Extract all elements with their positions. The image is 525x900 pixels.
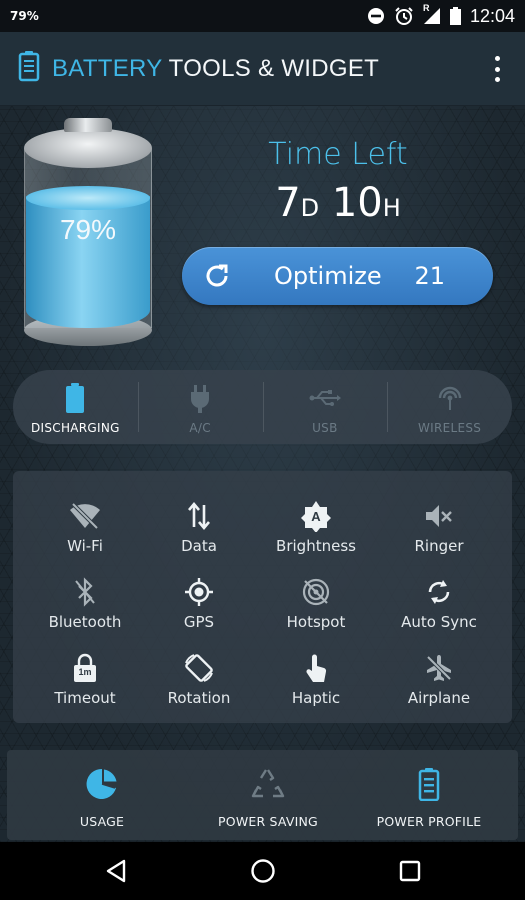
home-icon[interactable] [246, 856, 280, 886]
nav-power-profile[interactable]: POWER PROFILE [354, 766, 504, 829]
toggle-auto-sync[interactable]: Auto Sync [379, 575, 499, 645]
back-icon[interactable] [99, 856, 133, 886]
nav-label: POWER SAVING [218, 814, 318, 829]
source-label: A/C [189, 421, 211, 435]
system-nav-bar [0, 842, 525, 900]
haptic-touch-icon [303, 651, 329, 685]
toggle-label: Timeout [54, 689, 116, 707]
power-source-bar: DISCHARGING A/C USB WIRELESS [13, 370, 512, 444]
lock-timeout-icon: 1m [72, 651, 98, 685]
quick-toggles-panel: Wi-Fi Data A Brightness Ringer Bluetooth… [13, 471, 512, 723]
nav-usage[interactable]: USAGE [27, 766, 177, 829]
source-label: WIRELESS [418, 421, 482, 435]
bluetooth-off-icon [73, 575, 97, 609]
toggle-label: Ringer [414, 537, 464, 555]
time-left-days: 7 [275, 180, 301, 226]
data-arrows-icon [187, 499, 211, 533]
status-bar: 79% R 12:04 [0, 0, 525, 32]
refresh-icon [202, 261, 232, 291]
nav-power-saving[interactable]: POWER SAVING [193, 766, 343, 829]
toggle-rotation[interactable]: Rotation [139, 651, 259, 721]
optimize-button[interactable]: Optimize 21 [182, 247, 493, 305]
toggle-haptic[interactable]: Haptic [256, 651, 376, 721]
clock: 12:04 [469, 5, 515, 26]
toggle-label: GPS [183, 613, 215, 631]
wireless-icon [436, 383, 464, 413]
recents-icon[interactable] [393, 856, 427, 886]
nav-label: USAGE [79, 814, 125, 829]
toggle-label: Hotspot [286, 613, 346, 631]
svg-text:A: A [311, 509, 321, 524]
gps-icon [184, 575, 214, 609]
app-title-accent: BATTERY [52, 54, 163, 82]
app-title: BATTERY TOOLS & WIDGET [52, 55, 379, 83]
optimize-count: 21 [414, 262, 445, 290]
battery-graphic: 79% [22, 118, 154, 346]
pie-chart-icon [85, 766, 119, 802]
wifi-off-icon [69, 499, 101, 533]
status-icons: R 12:04 [367, 3, 515, 27]
toggle-data[interactable]: Data [139, 499, 259, 569]
toggle-airplane[interactable]: Airplane [379, 651, 499, 721]
toggle-label: Auto Sync [401, 613, 477, 631]
sync-icon [425, 575, 453, 609]
optimize-label: Optimize [274, 262, 382, 290]
toggle-label: Wi-Fi [67, 537, 103, 555]
overflow-menu-icon[interactable] [487, 54, 507, 84]
toggle-label: Rotation [167, 689, 231, 707]
time-left-hours: 10 [331, 180, 383, 226]
toggle-label: Haptic [291, 689, 341, 707]
source-usb[interactable]: USB [262, 370, 388, 444]
app-title-rest: TOOLS & WIDGET [162, 54, 380, 82]
source-wireless[interactable]: WIRELESS [387, 370, 512, 444]
app-bar: BATTERY TOOLS & WIDGET [0, 32, 525, 106]
toggle-label: Data [181, 537, 217, 555]
roaming-indicator: R [422, 3, 430, 13]
toggle-wifi[interactable]: Wi-Fi [25, 499, 145, 569]
source-label: USB [312, 421, 338, 435]
timeout-badge: 1m [78, 667, 92, 677]
recycle-icon [251, 766, 285, 802]
toggle-label: Airplane [407, 689, 471, 707]
toggle-hotspot[interactable]: Hotspot [256, 575, 376, 645]
bottom-nav-panel: USAGE POWER SAVING POWER PROFILE [7, 750, 518, 840]
battery-icon [18, 50, 40, 87]
time-left-hours-unit: H [382, 194, 401, 222]
do-not-disturb-icon [367, 7, 385, 25]
source-label: DISCHARGING [30, 421, 120, 435]
volume-off-icon [424, 499, 454, 533]
toggle-timeout[interactable]: 1m Timeout [25, 651, 145, 721]
rotation-icon [183, 651, 215, 685]
airplane-off-icon [424, 651, 454, 685]
time-left-value: 7D 10H [250, 180, 426, 226]
battery-icon [449, 7, 461, 25]
battery-level-text: 79% [59, 214, 117, 245]
plug-icon [187, 383, 213, 413]
time-left-label: Time Left [268, 137, 408, 172]
source-discharging[interactable]: DISCHARGING [13, 370, 138, 444]
time-left-days-unit: D [300, 194, 320, 222]
alarm-icon [394, 6, 414, 26]
hotspot-off-icon [301, 575, 331, 609]
toggle-label: Brightness [276, 537, 356, 555]
toggle-ringer[interactable]: Ringer [379, 499, 499, 569]
usb-icon [309, 383, 341, 413]
brightness-auto-icon: A [300, 499, 332, 533]
nav-label: POWER PROFILE [376, 814, 482, 829]
toggle-label: Bluetooth [48, 613, 122, 631]
battery-icon [65, 383, 85, 413]
toggle-bluetooth[interactable]: Bluetooth [25, 575, 145, 645]
toggle-brightness[interactable]: A Brightness [256, 499, 376, 569]
battery-percent-status: 79% [10, 9, 39, 23]
source-ac[interactable]: A/C [137, 370, 263, 444]
signal-icon: R [423, 3, 441, 25]
battery-profile-icon [418, 766, 440, 802]
toggle-gps[interactable]: GPS [139, 575, 259, 645]
